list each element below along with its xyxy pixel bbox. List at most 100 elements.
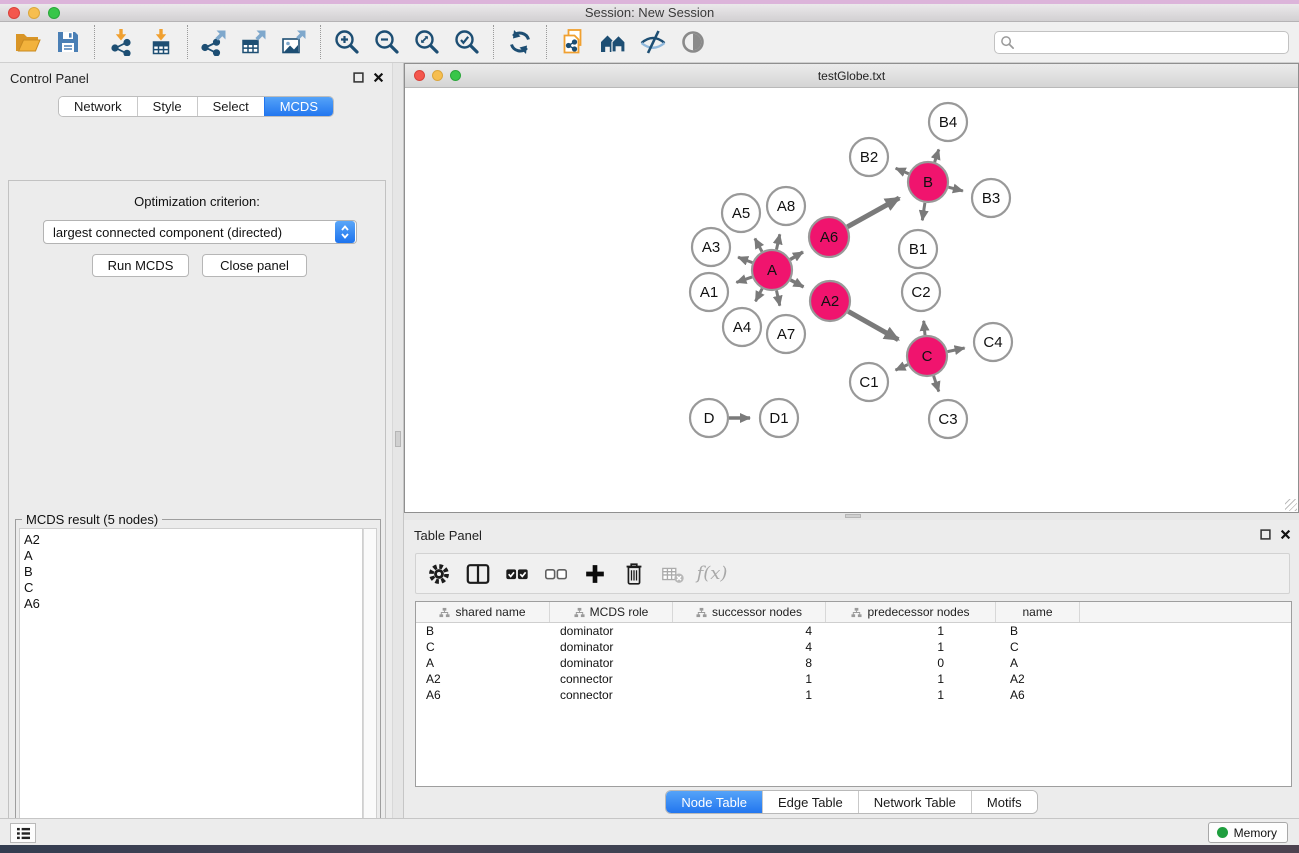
- zoom-fit-button[interactable]: [407, 24, 447, 60]
- tab-network[interactable]: Network: [59, 97, 137, 116]
- graph-node-A[interactable]: A: [752, 250, 792, 290]
- column-header-MCDS-role[interactable]: MCDS role: [550, 602, 673, 622]
- graph-node-A5[interactable]: A5: [722, 194, 760, 232]
- table-row[interactable]: Bdominator41B: [416, 623, 1291, 639]
- column-header-successor-nodes[interactable]: successor nodes: [673, 602, 826, 622]
- graph-node-A1[interactable]: A1: [690, 273, 728, 311]
- splitter-grip[interactable]: [845, 514, 861, 518]
- toggle-graphics-details-button[interactable]: [673, 24, 713, 60]
- column-header-predecessor-nodes[interactable]: predecessor nodes: [826, 602, 996, 622]
- open-session-button[interactable]: [8, 24, 48, 60]
- table-row[interactable]: Adominator80A: [416, 655, 1291, 671]
- graph-node-B1[interactable]: B1: [899, 230, 937, 268]
- zoom-out-button[interactable]: [367, 24, 407, 60]
- clone-network-button[interactable]: [553, 24, 593, 60]
- graph-node-A8[interactable]: A8: [767, 187, 805, 225]
- home-views-button[interactable]: [593, 24, 633, 60]
- result-list-item[interactable]: A: [24, 548, 362, 564]
- table-cell: 1: [673, 687, 826, 703]
- save-session-button[interactable]: [48, 24, 88, 60]
- column-header-label: name: [1022, 605, 1052, 619]
- select-all-columns-button[interactable]: [502, 558, 532, 590]
- panel-splitter-horizontal[interactable]: [404, 513, 1299, 520]
- graph-node-C2[interactable]: C2: [902, 273, 940, 311]
- attribute-tree-icon: [574, 607, 585, 618]
- memory-button[interactable]: Memory: [1208, 822, 1288, 843]
- toolbar-separator: [546, 25, 547, 59]
- table-body: Bdominator41BCdominator41CAdominator80AA…: [416, 623, 1291, 703]
- table-row[interactable]: A6connector11A6: [416, 687, 1291, 703]
- tab-motifs[interactable]: Motifs: [971, 791, 1037, 813]
- close-panel-icon[interactable]: [1280, 529, 1291, 540]
- node-label: A4: [733, 319, 751, 336]
- tab-node-table[interactable]: Node Table: [666, 791, 762, 813]
- graph-node-A3[interactable]: A3: [692, 228, 730, 266]
- hide-graphics-details-button[interactable]: [633, 24, 673, 60]
- result-list-item[interactable]: C: [24, 580, 362, 596]
- result-list-item[interactable]: B: [24, 564, 362, 580]
- graph-node-B3[interactable]: B3: [972, 179, 1010, 217]
- graph-node-D[interactable]: D: [690, 399, 728, 437]
- graph-node-A2[interactable]: A2: [810, 281, 850, 321]
- apply-layout-button[interactable]: [500, 24, 540, 60]
- table-cell: C: [416, 639, 550, 655]
- table-toolbar: f(x): [415, 553, 1290, 594]
- create-new-column-button[interactable]: [580, 558, 610, 590]
- graph-node-C[interactable]: C: [907, 336, 947, 376]
- graph-node-C4[interactable]: C4: [974, 323, 1012, 361]
- table-cell: B: [996, 623, 1080, 639]
- tab-edge-table[interactable]: Edge Table: [762, 791, 858, 813]
- criterion-dropdown[interactable]: largest connected component (directed): [43, 220, 357, 244]
- run-mcds-button[interactable]: Run MCDS: [92, 254, 189, 277]
- graph-node-C3[interactable]: C3: [929, 400, 967, 438]
- tab-network-table[interactable]: Network Table: [858, 791, 971, 813]
- panel-splitter-vertical[interactable]: [392, 63, 404, 818]
- result-list-item[interactable]: A6: [24, 596, 362, 612]
- graph-node-A4[interactable]: A4: [723, 308, 761, 346]
- graph-node-B[interactable]: B: [908, 162, 948, 202]
- export-network-button[interactable]: [194, 24, 234, 60]
- table-row[interactable]: Cdominator41C: [416, 639, 1291, 655]
- tab-select[interactable]: Select: [197, 97, 264, 116]
- deselect-all-columns-button[interactable]: [541, 558, 571, 590]
- graph-node-D1[interactable]: D1: [760, 399, 798, 437]
- float-panel-icon[interactable]: [353, 72, 364, 83]
- task-history-button[interactable]: [10, 823, 36, 843]
- import-table-button[interactable]: [141, 24, 181, 60]
- delete-columns-button[interactable]: [619, 558, 649, 590]
- control-panel-title: Control Panel: [10, 71, 89, 86]
- result-list-item[interactable]: A2: [24, 532, 362, 548]
- zoom-selected-button[interactable]: [447, 24, 487, 60]
- table-cell: 0: [826, 655, 996, 671]
- close-panel-icon[interactable]: [373, 72, 384, 83]
- table-panel: Table Panel f(x) shared nameMCDS rolesuc…: [404, 520, 1299, 818]
- table-column-layout-button[interactable]: [463, 558, 493, 590]
- splitter-grip[interactable]: [395, 431, 401, 447]
- window-title: Session: New Session: [0, 5, 1299, 20]
- search-input[interactable]: [994, 31, 1289, 54]
- tab-style[interactable]: Style: [137, 97, 197, 116]
- resize-grip-icon[interactable]: [1285, 499, 1297, 511]
- close-panel-button[interactable]: Close panel: [202, 254, 307, 277]
- tab-mcds[interactable]: MCDS: [264, 97, 333, 116]
- attribute-tree-icon: [851, 607, 862, 618]
- attribute-tree-icon: [696, 607, 707, 618]
- zoom-in-button[interactable]: [327, 24, 367, 60]
- graph-node-C1[interactable]: C1: [850, 363, 888, 401]
- export-table-button[interactable]: [234, 24, 274, 60]
- table-settings-button[interactable]: [424, 558, 454, 590]
- network-canvas[interactable]: A A1 A2 A3 A4 A5 A6 A7 A8 B B1 B2 B3B4 C C1 C2 C3 C4 D D1: [405, 88, 1298, 512]
- import-network-button[interactable]: [101, 24, 141, 60]
- table-cell-empty: [1080, 655, 1291, 671]
- column-header-name[interactable]: name: [996, 602, 1080, 622]
- graph-node-A7[interactable]: A7: [767, 315, 805, 353]
- result-scrollbar[interactable]: [363, 528, 377, 853]
- column-header-shared-name[interactable]: shared name: [416, 602, 550, 622]
- table-row[interactable]: A2connector11A2: [416, 671, 1291, 687]
- float-panel-icon[interactable]: [1260, 529, 1271, 540]
- graph-node-B4[interactable]: B4: [929, 103, 967, 141]
- node-label: A7: [777, 326, 795, 343]
- graph-node-A6[interactable]: A6: [809, 217, 849, 257]
- export-image-button[interactable]: [274, 24, 314, 60]
- graph-node-B2[interactable]: B2: [850, 138, 888, 176]
